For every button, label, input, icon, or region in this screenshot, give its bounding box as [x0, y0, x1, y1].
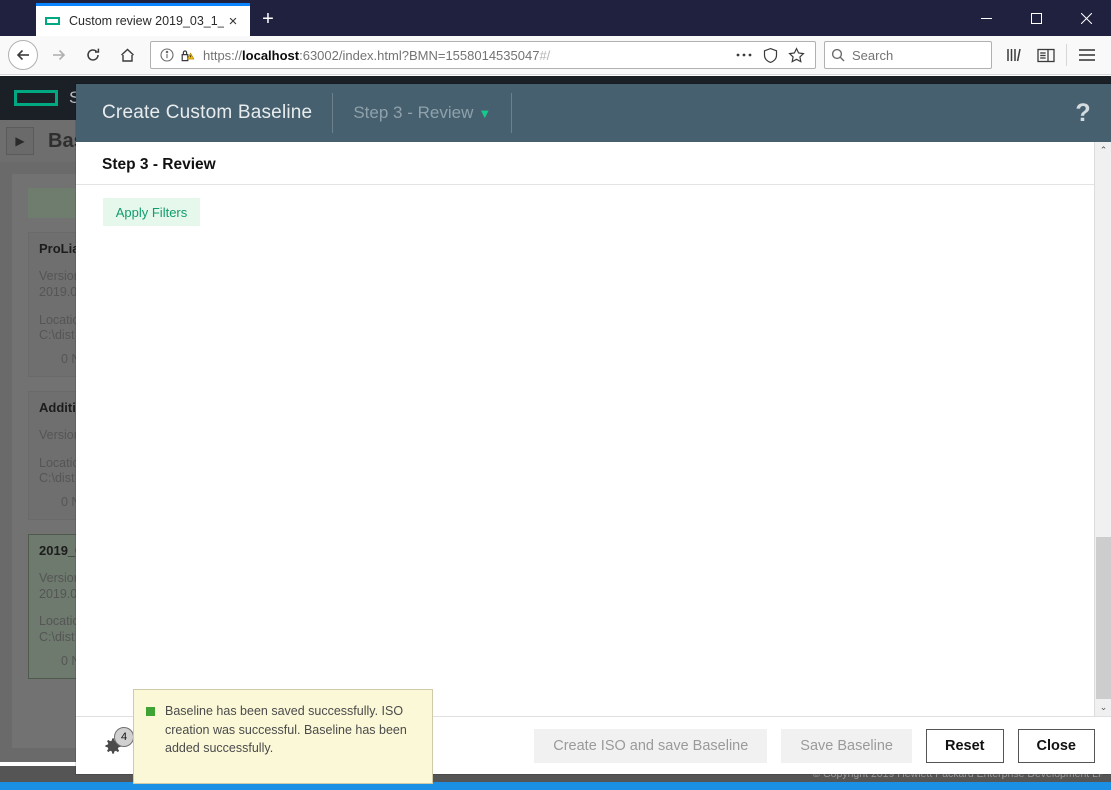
browser-navbar: https://localhost:63002/index.html?BMN=1… — [0, 36, 1111, 75]
apply-filters-button[interactable]: Apply Filters — [103, 198, 200, 226]
baseline-location-value: C:\dist — [39, 471, 75, 486]
dialog-header: Create Custom Baseline Step 3 - Review ▼… — [76, 84, 1111, 142]
close-button[interactable]: Close — [1017, 728, 1095, 763]
star-icon[interactable] — [783, 46, 809, 64]
chevron-down-icon: ▼ — [478, 105, 492, 121]
search-placeholder: Search — [852, 47, 894, 63]
tab-title: Custom review 2019_03_1_and_ — [69, 14, 224, 28]
success-square-icon — [146, 707, 155, 716]
url-host: localhost — [242, 47, 300, 63]
baseline-location-label: Locatio — [39, 312, 80, 327]
hamburger-menu-icon[interactable] — [1071, 39, 1103, 71]
search-input[interactable]: Search — [824, 41, 992, 69]
baseline-location-value: C:\dist — [39, 328, 75, 343]
step-selector[interactable]: Step 3 - Review ▼ — [353, 103, 491, 123]
library-icon[interactable] — [998, 39, 1030, 71]
url-text[interactable]: https://localhost:63002/index.html?BMN=1… — [197, 48, 731, 63]
url-scheme: https:// — [203, 47, 243, 63]
baseline-version-label: Version — [39, 571, 81, 586]
notification-toast[interactable]: Baseline has been saved successfully. IS… — [133, 689, 433, 784]
close-tab-icon[interactable]: × — [224, 12, 242, 30]
sidebar-icon[interactable] — [1030, 39, 1062, 71]
baseline-location-label: Locatio — [39, 455, 80, 470]
dialog-title: Create Custom Baseline — [102, 102, 313, 123]
create-custom-baseline-dialog: Create Custom Baseline Step 3 - Review ▼… — [76, 84, 1111, 775]
hpe-mark-icon — [44, 13, 61, 30]
home-icon[interactable] — [110, 38, 144, 72]
scroll-up-icon[interactable]: ⌃ — [1095, 142, 1111, 159]
maximize-icon[interactable] — [1011, 0, 1061, 36]
back-arrow-icon[interactable] — [8, 40, 38, 70]
browser-toolbar-icons — [998, 39, 1103, 71]
scroll-down-icon[interactable]: ⌄ — [1095, 699, 1111, 716]
ellipsis-icon[interactable] — [731, 52, 757, 58]
minimize-icon[interactable] — [961, 0, 1011, 36]
url-rest: :63002/index.html?BMN=1558014535047 — [299, 47, 540, 63]
step-selector-label: Step 3 - Review — [353, 103, 474, 122]
reload-icon[interactable] — [76, 38, 110, 72]
expand-panel-button[interactable]: ▶ — [6, 127, 34, 155]
create-iso-and-save-baseline-button[interactable]: Create ISO and save Baseline — [534, 728, 768, 763]
window-controls — [961, 0, 1111, 36]
toolbar-divider — [1066, 44, 1067, 66]
reader-view-icon[interactable] — [757, 47, 783, 64]
baseline-version-label: Version — [39, 269, 81, 284]
notification-message: Baseline has been saved successfully. IS… — [165, 704, 407, 755]
header-divider — [332, 93, 334, 133]
hpe-logo — [14, 90, 58, 106]
scrollbar-thumb[interactable] — [1096, 537, 1111, 716]
dialog-help-icon[interactable]: ? — [1055, 99, 1111, 128]
forward-arrow-icon — [42, 38, 76, 72]
step-heading: Step 3 - Review — [76, 142, 1095, 185]
url-bar[interactable]: https://localhost:63002/index.html?BMN=1… — [150, 41, 816, 69]
baseline-version-value: 2019.0 — [39, 284, 78, 299]
browser-tab-active[interactable]: Custom review 2019_03_1_and_ × — [36, 3, 250, 36]
save-baseline-button[interactable]: Save Baseline — [781, 728, 912, 763]
close-window-icon[interactable] — [1061, 0, 1111, 36]
dialog-scrollbar[interactable]: ⌃ ⌄ — [1094, 142, 1111, 716]
pending-changes-badge: 4 — [114, 726, 134, 747]
browser-titlebar: Custom review 2019_03_1_and_ × + — [0, 0, 1111, 36]
info-icon[interactable] — [157, 48, 177, 62]
dialog-body: Step 3 - Review Apply Filters ⌃ ⌄ — [76, 142, 1111, 716]
search-icon — [831, 48, 845, 62]
url-fragment: #/ — [539, 47, 551, 63]
warning-lock-icon[interactable] — [177, 48, 197, 63]
baseline-version-value: 2019.0 — [39, 586, 78, 601]
new-tab-button[interactable]: + — [250, 3, 286, 36]
header-divider-2 — [511, 93, 513, 133]
baseline-location-label: Locatio — [39, 614, 80, 629]
baseline-location-value: C:\dist — [39, 630, 75, 644]
tab-strip: Custom review 2019_03_1_and_ × + — [36, 0, 286, 36]
reset-button[interactable]: Reset — [926, 728, 1004, 763]
